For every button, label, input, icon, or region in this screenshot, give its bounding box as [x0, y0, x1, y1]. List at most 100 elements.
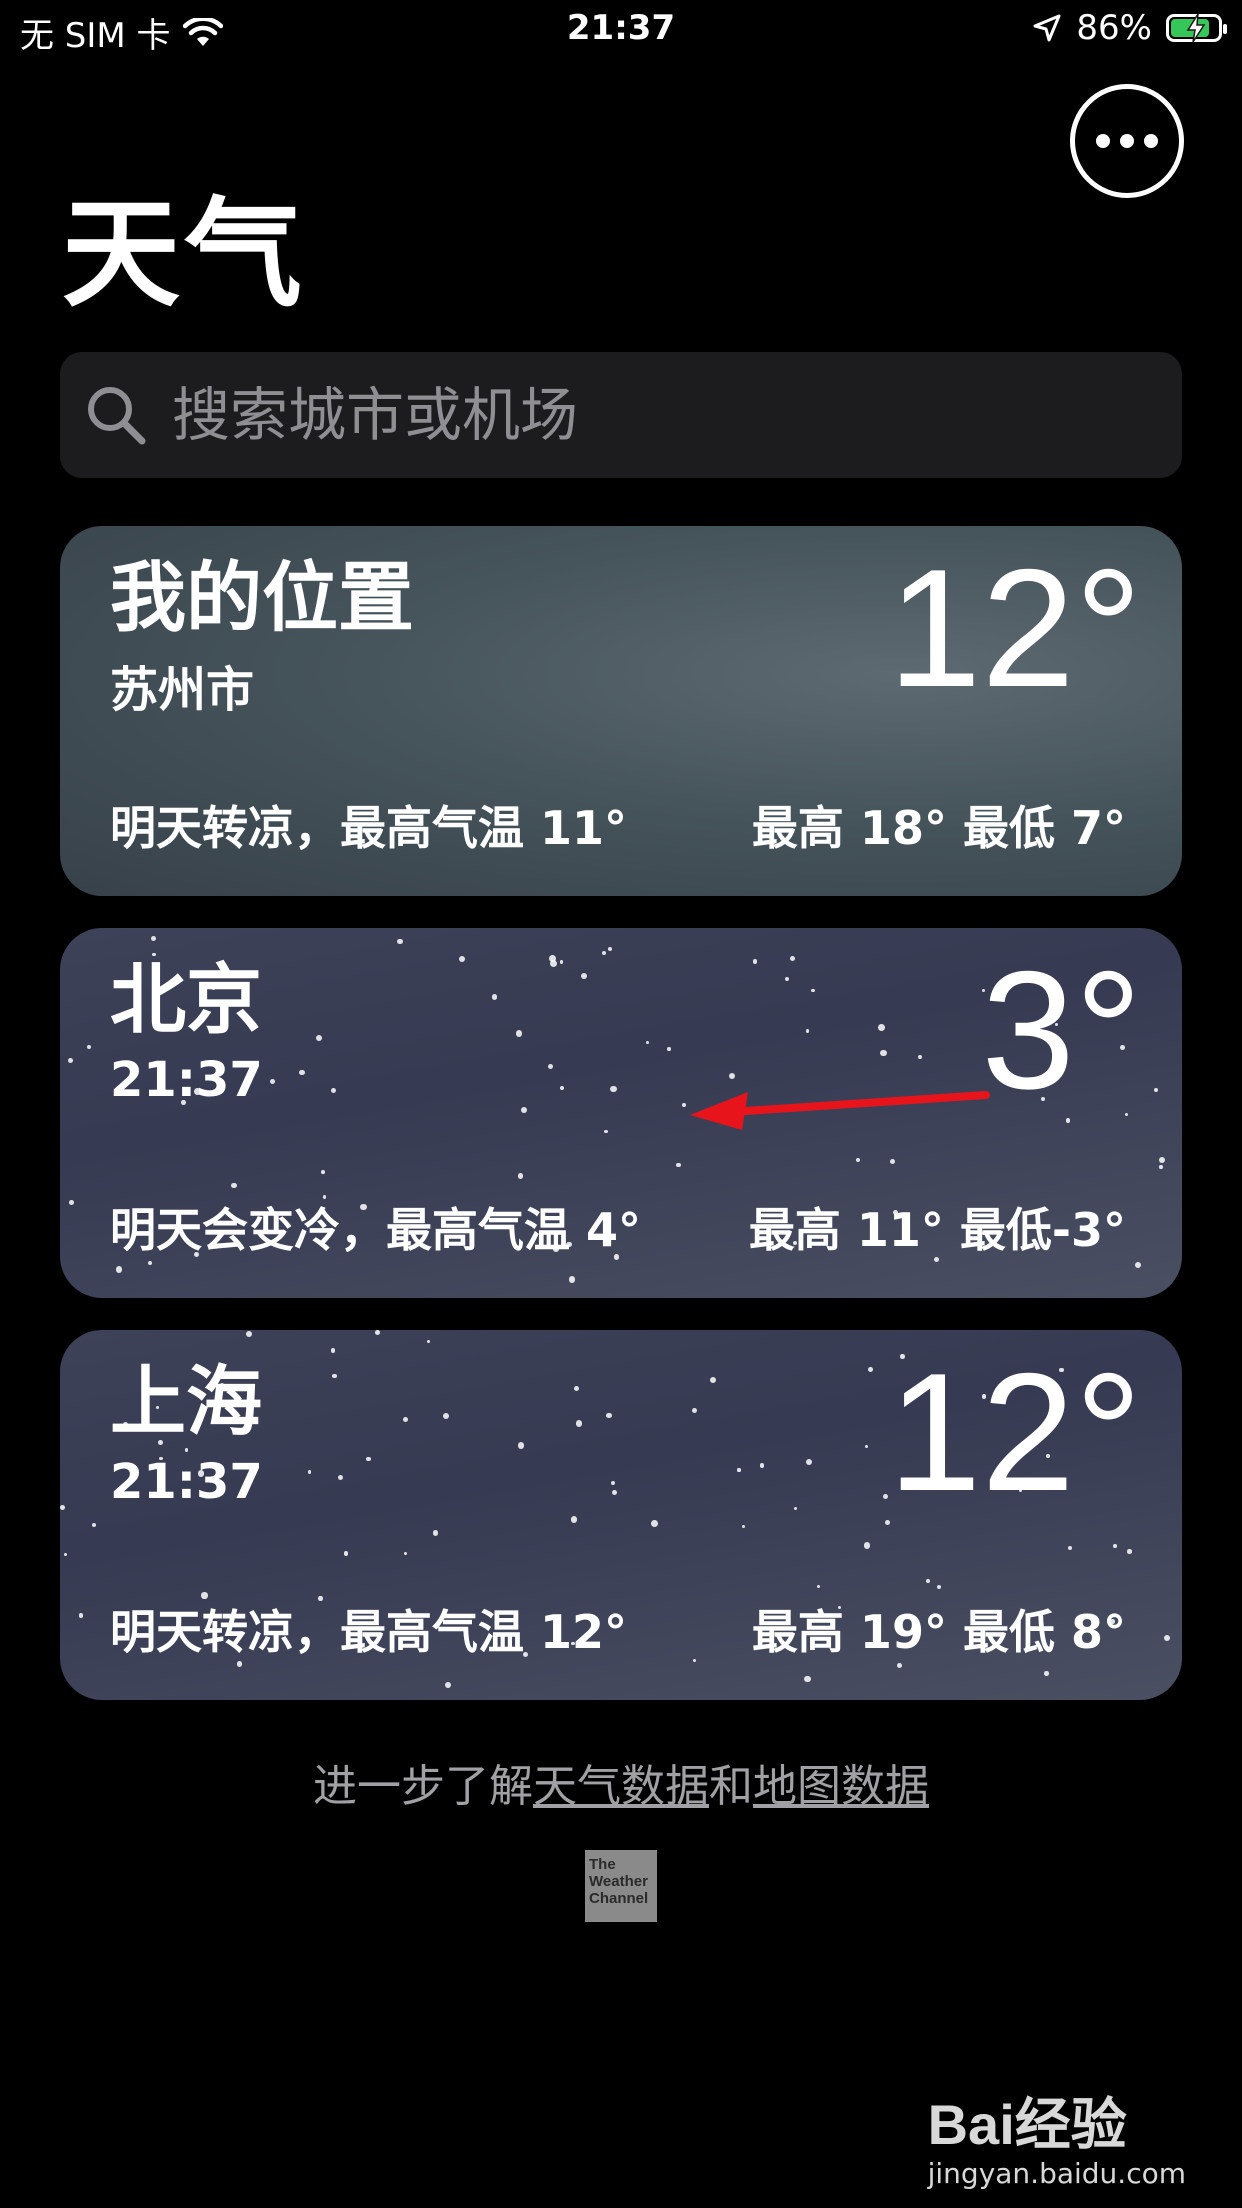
current-temperature: 12° — [887, 1338, 1142, 1526]
baidu-watermark: Bai经验 jingyan.baidu.com — [928, 2080, 1186, 2190]
star-decoration — [458, 955, 466, 963]
star-decoration — [889, 1158, 895, 1164]
star-decoration — [610, 1085, 617, 1093]
star-decoration — [573, 1386, 579, 1392]
star-decoration — [78, 1613, 84, 1618]
star-decoration — [868, 1367, 873, 1372]
star-decoration — [1158, 1156, 1166, 1163]
star-decoration — [560, 1086, 565, 1091]
star-decoration — [516, 1030, 523, 1037]
star-decoration — [864, 1445, 868, 1449]
star-decoration — [185, 1448, 189, 1452]
city-time: 21:37 — [110, 1454, 263, 1510]
logo-line: Weather — [589, 1873, 648, 1890]
star-decoration — [307, 1470, 311, 1474]
star-decoration — [64, 1553, 68, 1557]
star-decoration — [611, 1489, 617, 1495]
star-decoration — [805, 1029, 810, 1033]
star-decoration — [570, 1515, 578, 1523]
star-decoration — [789, 955, 795, 961]
footer-note: 进一步了解天气数据和地图数据 — [0, 1750, 1242, 1814]
city-card-my-location[interactable]: 我的位置 苏州市 12° 明天转凉，最高气温 11° 最高 18° 最低 7° — [60, 526, 1182, 896]
search-input[interactable] — [170, 380, 1074, 450]
star-decoration — [320, 1169, 325, 1174]
star-decoration — [375, 1330, 380, 1335]
high-low-temps: 最高 18° 最低 7° — [751, 801, 1126, 855]
star-decoration — [576, 1420, 583, 1427]
weather-data-link[interactable]: 天气数据 — [533, 1761, 709, 1812]
dot-icon — [1144, 134, 1158, 148]
footer-prefix: 进一步了解 — [313, 1761, 533, 1812]
star-decoration — [667, 1046, 671, 1051]
star-decoration — [784, 976, 789, 981]
logo-line: Channel — [589, 1890, 649, 1907]
star-decoration — [67, 1057, 74, 1063]
star-decoration — [741, 1524, 746, 1528]
star-decoration — [805, 1458, 812, 1465]
star-decoration — [804, 1675, 811, 1683]
star-decoration — [60, 1505, 65, 1511]
star-decoration — [150, 935, 156, 941]
star-decoration — [403, 1551, 408, 1555]
star-decoration — [338, 1474, 344, 1480]
star-decoration — [491, 994, 498, 1000]
star-decoration — [580, 973, 587, 980]
star-decoration — [521, 1107, 528, 1113]
star-decoration — [937, 1584, 942, 1589]
star-decoration — [1127, 1549, 1132, 1554]
star-decoration — [896, 1662, 902, 1668]
star-decoration — [1113, 1544, 1117, 1548]
star-decoration — [366, 1456, 371, 1462]
star-decoration — [245, 1331, 252, 1338]
city-subline: 苏州市 — [110, 662, 255, 718]
current-temperature: 12° — [887, 534, 1142, 722]
forecast-summary: 明天会变冷，最高气温 4° — [110, 1203, 642, 1257]
watermark-url: jingyan.baidu.com — [927, 2157, 1186, 2190]
city-card-beijing[interactable]: 北京 21:37 3° 明天会变冷，最高气温 4° 最高 11° 最低-3° — [60, 928, 1182, 1298]
city-time: 21:37 — [110, 1052, 263, 1108]
city-card-shanghai[interactable]: 上海 21:37 12° 明天转凉，最高气温 12° 最高 19° 最低 8° — [60, 1330, 1182, 1700]
logo-line: The — [589, 1856, 616, 1873]
high-low-temps: 最高 19° 最低 8° — [751, 1605, 1126, 1659]
star-decoration — [426, 1339, 431, 1344]
star-decoration — [517, 1442, 525, 1449]
star-decoration — [236, 1661, 243, 1667]
star-decoration — [651, 1520, 658, 1527]
more-options-button[interactable] — [1070, 84, 1184, 198]
current-temperature: 3° — [981, 936, 1142, 1124]
star-decoration — [69, 1200, 75, 1206]
star-decoration — [432, 1530, 438, 1536]
star-decoration — [855, 1158, 860, 1163]
star-decoration — [568, 1276, 576, 1283]
star-decoration — [1164, 1635, 1171, 1642]
page-title: 天气 — [62, 185, 307, 323]
star-decoration — [1159, 1165, 1164, 1169]
star-decoration — [330, 1087, 336, 1093]
weather-channel-logo[interactable]: The Weather Channel — [585, 1850, 657, 1922]
star-decoration — [231, 1182, 238, 1189]
map-data-link[interactable]: 地图数据 — [753, 1761, 929, 1812]
star-decoration — [332, 1373, 337, 1379]
star-decoration — [602, 951, 607, 956]
star-decoration — [115, 1266, 123, 1273]
star-decoration — [397, 938, 403, 944]
star-decoration — [793, 1506, 797, 1511]
star-decoration — [709, 1377, 716, 1384]
battery-icon — [1166, 13, 1227, 43]
dot-icon — [1096, 134, 1110, 148]
star-decoration — [752, 959, 758, 964]
star-decoration — [1067, 1545, 1073, 1551]
star-decoration — [692, 1658, 696, 1662]
search-icon — [88, 387, 146, 445]
star-decoration — [737, 1468, 741, 1472]
star-decoration — [863, 1541, 871, 1549]
status-bar: 无 SIM 卡 21:37 86% — [0, 0, 1242, 62]
star-decoration — [444, 1681, 452, 1689]
star-decoration — [330, 1348, 335, 1353]
star-decoration — [148, 1261, 153, 1266]
star-decoration — [925, 1579, 930, 1584]
star-decoration — [880, 1049, 887, 1057]
search-bar[interactable] — [60, 352, 1182, 478]
star-decoration — [547, 1063, 554, 1069]
star-decoration — [1044, 1671, 1049, 1676]
